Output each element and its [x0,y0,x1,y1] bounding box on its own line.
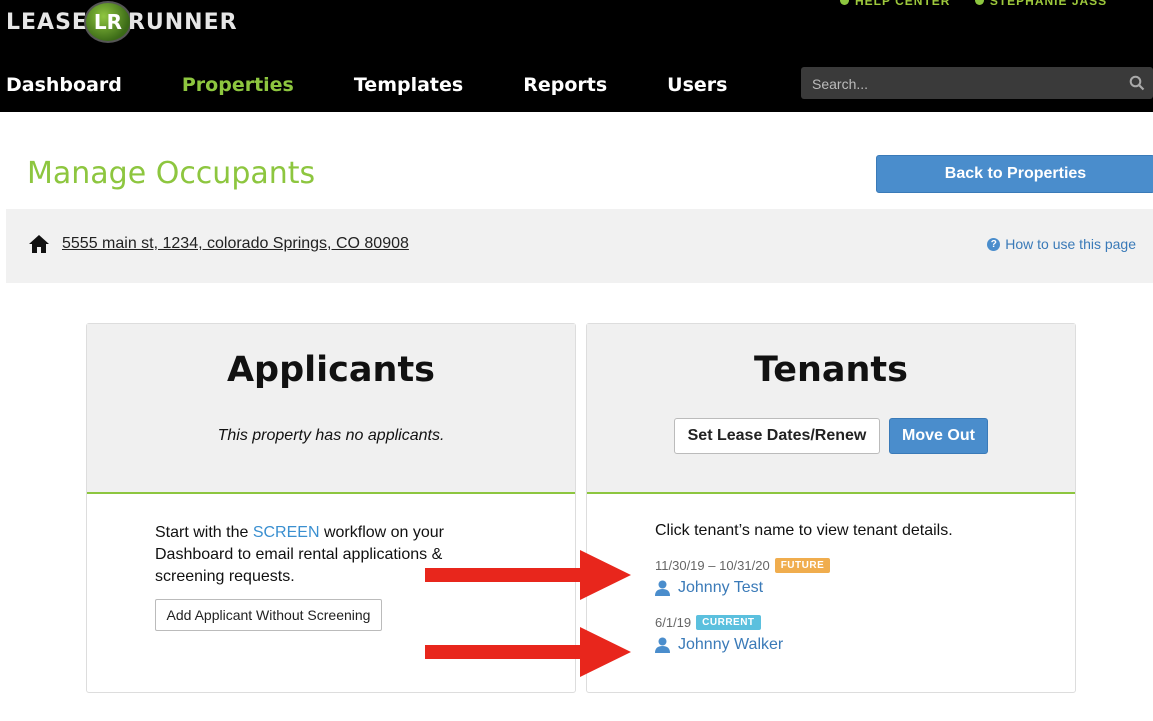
top-links: HELP CENTER STEPHANIE JASS [840,0,1127,8]
how-to-use-link[interactable]: ? How to use this page [987,236,1136,252]
status-badge: FUTURE [774,558,831,573]
leaserunner-logo[interactable]: LEASE LR RUNNER [6,0,238,44]
logo-text-left: LEASE [6,9,88,35]
nav-users[interactable]: Users [667,74,727,96]
applicants-title: Applicants [226,350,436,390]
tenants-intro-text: Click tenant’s name to view tenant detai… [655,522,953,539]
tenants-panel: Tenants Set Lease Dates/Renew Move Out C… [586,323,1076,693]
add-applicant-without-screening-button[interactable]: Add Applicant Without Screening [155,599,382,631]
annotation-arrow [425,627,631,677]
nav-properties[interactable]: Properties [182,74,294,96]
back-to-properties-button[interactable]: Back to Properties [876,155,1153,193]
tenant-entry: 11/30/19 – 10/31/20 FUTURE Johnny Test [655,558,831,597]
tenant-name-link[interactable]: Johnny Walker [655,636,783,654]
nav-reports[interactable]: Reports [523,74,607,96]
tenant-name-link[interactable]: Johnny Test [655,579,830,597]
screen-workflow-link[interactable]: SCREEN [253,524,320,541]
how-to-use-label: How to use this page [1005,236,1136,252]
tenant-entry: 6/1/19 CURRENT Johnny Walker [655,615,783,654]
search-input[interactable] [801,67,1124,101]
status-badge: CURRENT [696,615,761,630]
question-icon: ? [987,237,1001,251]
top-header: LEASE LR RUNNER HELP CENTER STEPHANIE JA… [0,0,1153,112]
property-address-bar: 5555 main st, 1234, colorado Springs, CO… [6,209,1153,283]
home-icon [29,235,49,253]
no-applicants-note: This property has no applicants. [217,427,445,444]
tenants-title: Tenants [754,350,908,390]
main-nav: Dashboard Properties Templates Reports U… [6,68,787,102]
logo-badge: LR [83,1,132,43]
person-icon [655,580,670,596]
page-title: Manage Occupants [27,156,316,191]
logo-text-right: RUNNER [127,9,238,35]
set-lease-dates-button[interactable]: Set Lease Dates/Renew [674,418,880,454]
user-menu-link[interactable]: STEPHANIE JASS [974,0,1107,8]
move-out-button[interactable]: Move Out [889,418,988,454]
property-address-link[interactable]: 5555 main st, 1234, colorado Springs, CO… [62,235,409,253]
nav-templates[interactable]: Templates [354,74,463,96]
tenant-lease-dates: 6/1/19 CURRENT [655,615,783,630]
tenants-panel-header: Tenants Set Lease Dates/Renew Move Out [587,324,1075,494]
search-box [801,67,1153,101]
user-icon [974,0,984,5]
nav-dashboard[interactable]: Dashboard [6,74,122,96]
annotation-arrow [425,550,631,600]
search-icon[interactable] [1129,75,1145,91]
applicants-panel-header: Applicants This property has no applican… [87,324,575,494]
help-center-link[interactable]: HELP CENTER [840,0,950,8]
tenant-lease-dates: 11/30/19 – 10/31/20 FUTURE [655,558,831,573]
person-icon [655,637,670,653]
help-center-icon [840,0,849,5]
